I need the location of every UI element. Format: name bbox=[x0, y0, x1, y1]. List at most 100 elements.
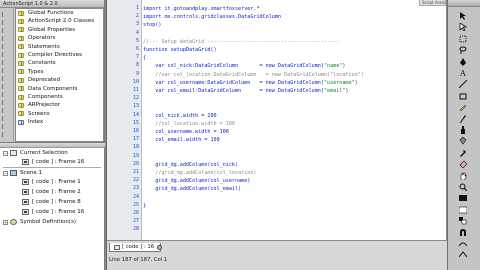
rail-tick bbox=[2, 76, 11, 81]
code-line[interactable] bbox=[143, 218, 443, 226]
code-line[interactable]: var col_nick:DataGridColumn = new DataGr… bbox=[143, 62, 443, 70]
swap-colors-tool-button[interactable] bbox=[456, 215, 470, 226]
code-line[interactable] bbox=[143, 103, 443, 111]
action-category-item[interactable]: Types bbox=[16, 68, 103, 76]
nav-current-selection[interactable]: − Current Selection bbox=[3, 149, 68, 158]
action-category-item[interactable]: ActionScript 2.0 Classes bbox=[16, 17, 103, 25]
nav-scene[interactable]: − Scene 1 bbox=[3, 169, 42, 178]
code-line[interactable]: grid_dg.addColumn(col_nick) bbox=[143, 161, 443, 169]
code-line[interactable] bbox=[143, 153, 443, 161]
action-category-item[interactable]: ARPrejector bbox=[16, 101, 103, 109]
collapse-icon[interactable]: − bbox=[3, 170, 8, 176]
zoom-tool-button[interactable] bbox=[456, 181, 470, 192]
pin-icon[interactable] bbox=[157, 245, 162, 250]
code-line[interactable]: //col_location.width = 100 bbox=[143, 120, 443, 128]
action-category-item[interactable]: Deprecated bbox=[16, 76, 103, 84]
nav-frame-item[interactable]: [ code ] : Frame 1 bbox=[22, 178, 81, 187]
text-tool-button[interactable]: A bbox=[456, 67, 470, 78]
tools-panel-handle[interactable] bbox=[448, 0, 480, 7]
eraser-tool-button[interactable] bbox=[456, 158, 470, 169]
code-line[interactable]: col_username.width = 100 bbox=[143, 128, 443, 136]
code-line[interactable]: var col_username:DataGridColumn = new Da… bbox=[143, 79, 443, 87]
code-line[interactable] bbox=[143, 194, 443, 202]
fill-color-tool-button[interactable] bbox=[456, 204, 470, 215]
nav-frame-item[interactable]: [ code ] : Frame 2 bbox=[22, 188, 81, 197]
script-assist-header[interactable]: Script Assist bbox=[419, 0, 446, 6]
code-line[interactable]: import it.gotoandplay.smartfoxserver.* bbox=[143, 5, 443, 13]
code-line[interactable]: //--- Setup dataGrid -------------------… bbox=[143, 38, 443, 46]
book-icon bbox=[18, 77, 24, 83]
free-transform-tool-button[interactable] bbox=[456, 33, 470, 44]
code-line[interactable]: } bbox=[143, 202, 443, 210]
code-line[interactable]: grid_dg.addColumn(col_username) bbox=[143, 177, 443, 185]
smooth-tool-button[interactable] bbox=[456, 238, 470, 249]
code-line[interactable]: { bbox=[143, 54, 443, 62]
action-category-item[interactable]: Compiler Directives bbox=[16, 51, 103, 59]
nav-frame-item[interactable]: [ code ] : Frame 8 bbox=[22, 198, 81, 207]
nav-frame-label: [ code ] : Frame 16 bbox=[32, 209, 85, 215]
pen-tool-button[interactable] bbox=[456, 56, 470, 67]
code-line[interactable] bbox=[143, 95, 443, 103]
expand-icon[interactable]: + bbox=[3, 219, 8, 225]
snap-tool-button[interactable] bbox=[456, 227, 470, 238]
toolbox-title[interactable]: ActionScript 1.0 & 2.0 bbox=[0, 0, 104, 8]
arrow-tool-button[interactable] bbox=[456, 10, 470, 21]
action-category-item[interactable]: Constants bbox=[16, 59, 103, 67]
eyedropper-tool-button[interactable] bbox=[456, 147, 470, 158]
ink-bottle-tool-button[interactable] bbox=[456, 124, 470, 135]
hand-tool-button[interactable] bbox=[456, 170, 470, 181]
navigator-resize-handle[interactable] bbox=[0, 143, 105, 148]
code-line[interactable]: //grid_dg.addColumn(col_location) bbox=[143, 169, 443, 177]
code-line[interactable]: col_nick.width = 200 bbox=[143, 112, 443, 120]
code-line[interactable] bbox=[143, 210, 443, 218]
code-line[interactable]: grid_dg.addColumn(col_email) bbox=[143, 185, 443, 193]
script-tab[interactable]: [ code ] : 16 bbox=[109, 243, 162, 252]
nav-symbol-definitions[interactable]: + Symbol Definition(s) bbox=[3, 218, 76, 227]
nav-frame-item[interactable]: [ code ] : Frame 16 bbox=[22, 208, 84, 217]
code-line[interactable]: import mx.controls.gridclasses.DataGridC… bbox=[143, 13, 443, 21]
line-number: 14 bbox=[132, 111, 139, 118]
rectangle-tool-button[interactable] bbox=[456, 90, 470, 101]
line-tool-button[interactable] bbox=[456, 78, 470, 89]
nav-frame-label: [ code ] : Frame 2 bbox=[32, 189, 81, 195]
script-editor: 1 2 3 4 5 6 7 8 9 10 11 12 13 14 15 16 17 18 19 20 21 22 23 24 2… bbox=[106, 0, 447, 270]
rail-tick bbox=[2, 12, 11, 17]
action-category-label: Data Components bbox=[28, 85, 78, 92]
code-line[interactable] bbox=[143, 30, 443, 38]
actions-list[interactable]: Global Functions ActionScript 2.0 Classes… bbox=[15, 8, 104, 142]
book-icon bbox=[18, 61, 24, 67]
lasso-tool-button[interactable] bbox=[456, 44, 470, 55]
code-comment: //var col_location:DataGridColumn = new … bbox=[143, 71, 364, 78]
brush-tool-button[interactable] bbox=[456, 113, 470, 124]
action-category-item[interactable]: Index bbox=[16, 118, 103, 126]
code-token: grid_dg.addColumn(col_username) bbox=[143, 178, 251, 185]
paint-bucket-tool-button[interactable] bbox=[456, 135, 470, 146]
code-token: } bbox=[143, 202, 147, 209]
code-line[interactable]: col_email.width = 100 bbox=[143, 136, 443, 144]
nav-current-frame[interactable]: [ code ] : Frame 16 bbox=[22, 158, 84, 167]
rail-tick bbox=[2, 52, 11, 57]
frame-script-icon bbox=[114, 244, 120, 250]
action-category-item[interactable]: Components bbox=[16, 93, 103, 101]
code-line[interactable]: var col_email:DataGridColumn = new DataG… bbox=[143, 87, 443, 95]
collapse-icon[interactable]: − bbox=[3, 150, 8, 156]
toolbox-rail bbox=[0, 8, 14, 142]
action-category-item[interactable]: Global Properties bbox=[16, 26, 103, 34]
stroke-color-tool-button[interactable] bbox=[456, 192, 470, 203]
script-pane[interactable]: import it.gotoandplay.smartfoxserver.* im… bbox=[143, 0, 447, 240]
code-line[interactable]: //var col_location:DataGridColumn = new … bbox=[143, 71, 443, 79]
action-category-item[interactable]: Data Components bbox=[16, 85, 103, 93]
pencil-tool-button[interactable] bbox=[456, 101, 470, 112]
rail-tick bbox=[2, 116, 11, 121]
action-category-item[interactable]: Screens bbox=[16, 110, 103, 118]
nav-symbol-label: Symbol Definition(s) bbox=[20, 219, 77, 225]
action-category-item[interactable]: Global Functions bbox=[16, 9, 103, 17]
code-line[interactable]: function setupDataGrid() bbox=[143, 46, 443, 54]
action-category-item[interactable]: Operators bbox=[16, 34, 103, 42]
code-line[interactable] bbox=[143, 226, 443, 234]
straighten-tool-button[interactable] bbox=[456, 249, 470, 260]
code-line[interactable]: stop() bbox=[143, 21, 443, 29]
action-category-item[interactable]: Statements bbox=[16, 43, 103, 51]
subselect-tool-button[interactable] bbox=[456, 21, 470, 32]
code-line[interactable] bbox=[143, 144, 443, 152]
